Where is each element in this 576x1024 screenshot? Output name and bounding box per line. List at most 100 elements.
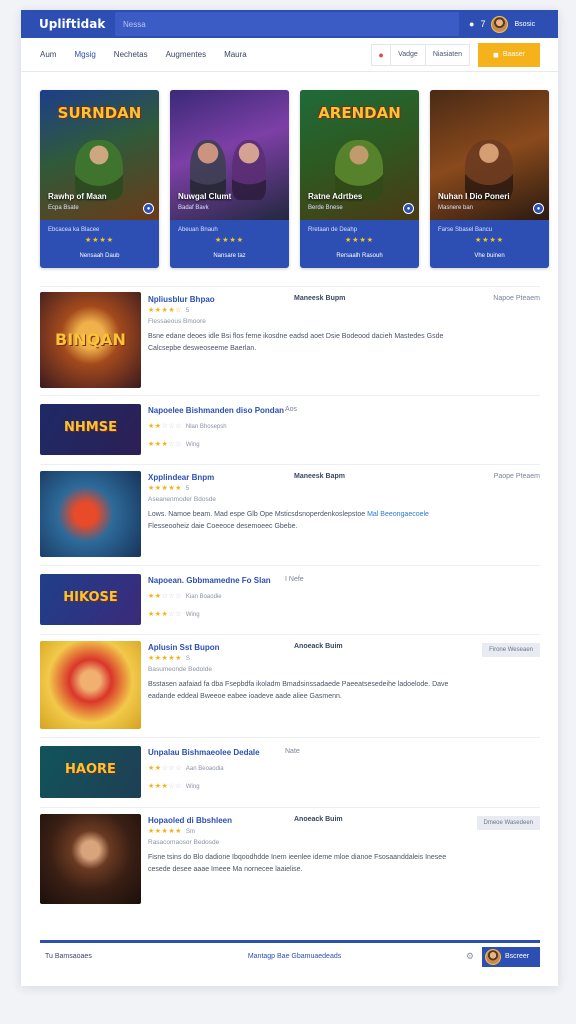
notification-count[interactable]: 7: [480, 19, 485, 29]
play-badge-icon[interactable]: ●: [143, 203, 154, 214]
thumbnail-title: HIKOSE: [63, 590, 118, 605]
star-rating: ★★☆☆☆ Kian Boaodie: [148, 593, 222, 600]
secondary-rating: ★★★☆☆ Wing: [148, 441, 200, 448]
rating-count: Aan Beoaodia: [185, 766, 224, 772]
top-bar-right: ● 7 Bsosic: [469, 15, 535, 33]
card-sub: Berde Bnese: [308, 205, 343, 211]
list-item[interactable]: HAORE Unpalau Bishmaeolee Dedale Nate ★★…: [40, 737, 540, 806]
game-thumbnail[interactable]: BINQAN: [40, 292, 141, 388]
nav-item-4[interactable]: Maura: [224, 50, 247, 59]
list-item[interactable]: BINQAN Npliusblur Bhpao Maneesk Bupm Nap…: [40, 286, 540, 394]
featured-card[interactable]: SURNDAN Rawhp of Maan Ecpa Bsate ● Ebcac…: [40, 90, 159, 268]
card-art: Nuwgal Clumt Badaf Bavk: [170, 90, 289, 220]
list-item[interactable]: NHMSE Napoelee Bishmanden diso Pondan Ao…: [40, 395, 540, 463]
card-cta[interactable]: Nansare taz: [178, 253, 281, 259]
game-title[interactable]: Npliusblur Bhpao: [148, 295, 215, 304]
play-badge-icon[interactable]: ●: [403, 203, 414, 214]
card-line: Rretaan de Deahp: [308, 227, 358, 233]
card-cta[interactable]: Rersaalh Rasouh: [308, 253, 411, 259]
footer-bar: Tu Bamsaoaes Mantagp Bae Gbamuaedeads ⚙ …: [40, 940, 540, 970]
search-placeholder: Nessa: [123, 19, 146, 29]
rating-count: Kian Boaodie: [185, 594, 222, 600]
character-figure: [335, 140, 383, 200]
game-chip[interactable]: Firone Weseaen: [482, 643, 540, 657]
game-category: Anoeack Buim: [294, 643, 343, 650]
user-name[interactable]: Bsosic: [514, 21, 535, 28]
list-item[interactable]: Aplusin Sst Bupon Anoeack Buim Firone We…: [40, 634, 540, 736]
character-figure: [190, 140, 226, 200]
game-thumbnail[interactable]: [40, 641, 141, 729]
search-input[interactable]: Nessa: [115, 12, 459, 36]
nav-item-1[interactable]: Mgsig: [74, 50, 95, 59]
settings-icon[interactable]: ⚙: [466, 951, 474, 962]
play-badge-icon[interactable]: ●: [533, 203, 544, 214]
footer-center-link[interactable]: Mantagp Bae Gbamuaedeads: [248, 953, 341, 960]
game-tag[interactable]: Napoe Pteaem: [493, 295, 540, 302]
game-thumbnail[interactable]: HIKOSE: [40, 574, 141, 625]
rating-count: 5: [185, 486, 190, 492]
footer-left-link[interactable]: Tu Bamsaoaes: [45, 953, 92, 960]
game-thumbnail[interactable]: NHMSE: [40, 404, 141, 455]
card-art: SURNDAN Rawhp of Maan Ecpa Bsate ●: [40, 90, 159, 220]
card-cta[interactable]: Nensaah Daub: [48, 253, 151, 259]
nav-cta-button[interactable]: ◼ Baaser: [478, 42, 540, 67]
game-description: Bsstasen aafaiad fa dba Fsepbdfa ikoladm…: [148, 681, 449, 700]
game-subtitle: Flessaeous Bmoore: [148, 318, 206, 325]
list-item[interactable]: HIKOSE Napoean. Gbbmamedne Fo Slan I Nef…: [40, 565, 540, 633]
game-description: Lows. Namoe beam. Mad espe Glb Ope Mstic…: [148, 509, 468, 533]
star-rating: ★★★★★ 5: [148, 485, 190, 492]
card-art-title: SURNDAN: [57, 104, 142, 122]
card-cta[interactable]: Vhe buinen: [438, 253, 541, 259]
card-name: Nuhan I Dio Poneri: [438, 192, 510, 201]
game-thumbnail[interactable]: [40, 471, 141, 557]
list-item[interactable]: Hopaoled di Bbshleen Anoeack Buim Dmeoe …: [40, 807, 540, 909]
nav-button-two[interactable]: Niasiaten: [425, 43, 470, 66]
game-thumbnail[interactable]: [40, 814, 141, 904]
featured-card[interactable]: Nuwgal Clumt Badaf Bavk Abeuan Bnauh ★★★…: [170, 90, 289, 268]
card-sub: Badaf Bavk: [178, 205, 209, 211]
game-hint: Aos: [285, 406, 298, 413]
app-logo[interactable]: Upliftidak: [21, 17, 115, 31]
game-title[interactable]: Unpalau Bishmaeolee Dedale: [148, 748, 260, 757]
footer-user-button[interactable]: Bscreer: [482, 946, 540, 967]
description-link[interactable]: Mal Beeongaecoele: [367, 511, 429, 518]
nav-item-0[interactable]: Aum: [40, 50, 56, 59]
thumbnail-title: HAORE: [65, 762, 116, 777]
app-window: Upliftidak Nessa ● 7 Bsosic Aum Mgsig Ne…: [21, 10, 558, 986]
list-item[interactable]: Xpplindear Bnpm Maneesk Bapm Paope Pteae…: [40, 464, 540, 564]
card-name: Nuwgal Clumt: [178, 192, 232, 201]
rating-count: Sm: [185, 829, 195, 835]
nav-item-3[interactable]: Augmentes: [166, 50, 206, 59]
user-avatar[interactable]: [491, 15, 509, 33]
card-name: Rawhp of Maan: [48, 192, 107, 201]
game-description: Bsne edane deoes idle Bsi flos feme ikos…: [148, 333, 444, 352]
nav-button-one[interactable]: Vadge: [391, 43, 426, 66]
thumbnail-title: BINQAN: [55, 330, 126, 349]
card-sub: Masnere ban: [438, 205, 474, 211]
game-tag[interactable]: Paope Pteaem: [494, 473, 540, 480]
game-hint: I Nefe: [285, 576, 304, 583]
game-category: Maneesk Bapm: [294, 473, 345, 480]
star-rating: ★★★★★ Sm: [148, 828, 195, 835]
featured-card[interactable]: ARENDAN Ratne Adrtbes Berde Bnese ● Rret…: [300, 90, 419, 268]
rating-label: Wing: [185, 612, 200, 618]
game-title[interactable]: Napoelee Bishmanden diso Pondan: [148, 406, 284, 415]
game-title[interactable]: Xpplindear Bnpm: [148, 473, 214, 482]
game-thumbnail[interactable]: HAORE: [40, 746, 141, 798]
card-art: ARENDAN Ratne Adrtbes Berde Bnese ●: [300, 90, 419, 220]
game-chip[interactable]: Dmeoe Wasedeen: [476, 816, 540, 830]
game-title[interactable]: Hopaoled di Bbshleen: [148, 816, 232, 825]
character-figure: [232, 140, 266, 200]
nav-cta-label: Baaser: [502, 51, 525, 58]
card-rating: ★★★★: [344, 237, 375, 244]
alert-icon[interactable]: ●: [371, 43, 392, 66]
game-subtitle: Basumeonde Bedolde: [148, 666, 212, 673]
nav-item-2[interactable]: Nechetas: [114, 50, 148, 59]
featured-card[interactable]: Nuhan I Dio Poneri Masnere ban ● Farse S…: [430, 90, 549, 268]
help-icon[interactable]: ●: [469, 19, 474, 29]
game-title[interactable]: Napoean. Gbbmamedne Fo Slan: [148, 576, 271, 585]
game-title[interactable]: Aplusin Sst Bupon: [148, 643, 220, 652]
rating-label: Wing: [185, 784, 200, 790]
game-category: Anoeack Buim: [294, 816, 343, 823]
star-rating: ★★☆☆☆ Nlan Bhosepsh: [148, 423, 227, 430]
